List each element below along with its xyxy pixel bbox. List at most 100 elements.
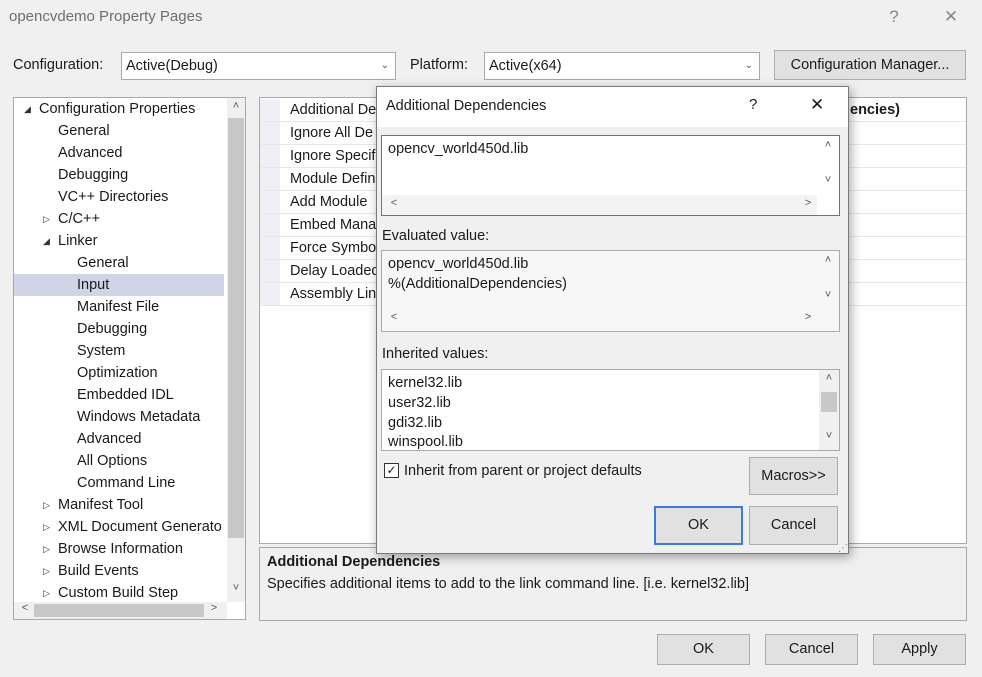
configuration-select[interactable]: Active(Debug) ⌄	[121, 52, 396, 80]
collapsed-arrow-icon[interactable]: ▷	[43, 560, 50, 582]
resize-grip-icon[interactable]: ⋰	[838, 543, 848, 554]
inherited-line: gdi32.lib	[388, 415, 443, 431]
row-gutter	[260, 260, 280, 282]
collapsed-arrow-icon[interactable]: ▷	[43, 582, 50, 604]
tree-item[interactable]: VC++ Directories	[14, 186, 224, 208]
tree-item[interactable]: ▷ Manifest Tool	[14, 494, 224, 516]
tree-item[interactable]: Optimization	[14, 362, 224, 384]
scrollbar-thumb[interactable]	[34, 604, 204, 617]
tree-item[interactable]: ◢ Linker	[14, 230, 224, 252]
cancel-button[interactable]: Cancel	[765, 634, 858, 665]
ok-button[interactable]: OK	[657, 634, 750, 665]
inherit-checkbox-label[interactable]: Inherit from parent or project defaults	[404, 463, 642, 479]
dependencies-edit-text[interactable]: opencv_world450d.lib	[388, 141, 528, 157]
scroll-down-icon[interactable]: ˅	[820, 174, 836, 186]
tree-item-label: General	[58, 123, 110, 139]
collapsed-arrow-icon[interactable]: ▷	[43, 494, 50, 516]
dialog-close-icon[interactable]: ✕	[810, 95, 824, 115]
tree-item[interactable]: ▷ XML Document Generato	[14, 516, 224, 538]
chevron-down-icon: ⌄	[744, 60, 753, 71]
help-icon[interactable]: ?	[874, 4, 914, 30]
apply-button[interactable]: Apply	[873, 634, 966, 665]
platform-value: Active(x64)	[489, 58, 562, 74]
scroll-left-icon[interactable]: <	[386, 197, 402, 209]
row-gutter	[260, 191, 280, 213]
tree-item[interactable]: Advanced	[14, 428, 224, 450]
scroll-up-icon[interactable]: ˄	[820, 139, 836, 151]
tree-item-label: Input	[77, 277, 110, 293]
dialog-ok-button[interactable]: OK	[654, 506, 743, 545]
scroll-up-icon[interactable]: ˄	[228, 100, 244, 112]
tree-item-label: General	[77, 255, 129, 271]
edit-horizontal-scrollbar[interactable]: < >	[382, 195, 817, 215]
tree-item[interactable]: ▷ Custom Build Step	[14, 582, 224, 604]
description-text: Specifies additional items to add to the…	[267, 576, 749, 592]
configuration-manager-button[interactable]: Configuration Manager...	[774, 50, 966, 80]
inherit-checkbox[interactable]: ✓	[384, 463, 399, 478]
collapsed-arrow-icon[interactable]: ▷	[43, 516, 50, 538]
property-tree[interactable]: ◢ Configuration Properties General Advanced…	[13, 97, 246, 620]
tree-item[interactable]: Input	[14, 274, 224, 296]
dialog-cancel-button[interactable]: Cancel	[749, 506, 838, 545]
scroll-right-icon[interactable]: >	[800, 311, 816, 323]
tree-item-label: Debugging	[77, 321, 148, 337]
tree-item[interactable]: Command Line	[14, 472, 224, 494]
scrollbar-thumb[interactable]	[228, 118, 244, 538]
tree-item[interactable]: ▷ C/C++	[14, 208, 224, 230]
scroll-up-icon[interactable]: ˄	[821, 372, 837, 384]
additional-dependencies-dialog: Additional Dependencies ? ✕ opencv_world…	[376, 86, 849, 554]
dialog-help-icon[interactable]: ?	[749, 96, 757, 113]
evaluated-line: %(AdditionalDependencies)	[388, 276, 567, 292]
tree-item[interactable]: General	[14, 252, 224, 274]
tree-item-label: C/C++	[58, 211, 100, 227]
close-icon[interactable]: ✕	[931, 4, 971, 30]
tree-item-label: Browse Information	[58, 541, 183, 557]
tree-item-label: Configuration Properties	[39, 101, 196, 117]
tree-item[interactable]: ▷ Browse Information	[14, 538, 224, 560]
scroll-left-icon[interactable]: <	[17, 602, 33, 614]
tree-item[interactable]: Debugging	[14, 318, 224, 340]
collapsed-arrow-icon[interactable]: ▷	[43, 208, 50, 230]
tree-item[interactable]: Debugging	[14, 164, 224, 186]
dialog-title: Additional Dependencies	[386, 98, 547, 114]
expanded-arrow-icon[interactable]: ◢	[24, 98, 31, 120]
scrollbar-thumb[interactable]	[821, 392, 837, 412]
row-gutter	[260, 168, 280, 190]
tree-item[interactable]: Manifest File	[14, 296, 224, 318]
dependencies-edit-box[interactable]: opencv_world450d.lib ˄ ˅ < >	[381, 135, 840, 216]
tree-item[interactable]: ▷ Build Events	[14, 560, 224, 582]
platform-select[interactable]: Active(x64) ⌄	[484, 52, 760, 80]
tree-item[interactable]: ◢ Configuration Properties	[14, 98, 224, 120]
expanded-arrow-icon[interactable]: ◢	[43, 230, 50, 252]
scroll-down-icon[interactable]: ˅	[820, 289, 836, 301]
tree-item-label: Advanced	[58, 145, 123, 161]
inherited-line: user32.lib	[388, 395, 451, 411]
tree-item[interactable]: General	[14, 120, 224, 142]
description-panel: Additional Dependencies Specifies additi…	[259, 547, 967, 621]
tree-vertical-scrollbar[interactable]: ˄ ˅	[227, 98, 245, 602]
inherited-vertical-scrollbar[interactable]: ˄ ˅	[819, 370, 839, 450]
tree-item[interactable]: Embedded IDL	[14, 384, 224, 406]
tree-item[interactable]: Windows Metadata	[14, 406, 224, 428]
macros-button[interactable]: Macros>>	[749, 457, 838, 495]
scroll-left-icon[interactable]: <	[386, 311, 402, 323]
scroll-right-icon[interactable]: >	[206, 602, 222, 614]
grid-header-right: encies)	[850, 102, 900, 118]
collapsed-arrow-icon[interactable]: ▷	[43, 538, 50, 560]
tree-item-label: VC++ Directories	[58, 189, 169, 205]
scroll-down-icon[interactable]: ˅	[821, 430, 837, 442]
tree-item-label: Debugging	[58, 167, 129, 183]
tree-item-label: All Options	[77, 453, 148, 469]
scroll-right-icon[interactable]: >	[800, 197, 816, 209]
inherited-line: kernel32.lib	[388, 375, 463, 391]
tree-item[interactable]: System	[14, 340, 224, 362]
scroll-down-icon[interactable]: ˅	[228, 582, 244, 594]
tree-item-label: Custom Build Step	[58, 585, 179, 601]
tree-item[interactable]: Advanced	[14, 142, 224, 164]
evaluated-value-box: opencv_world450d.lib %(AdditionalDepende…	[381, 250, 840, 332]
configuration-label: Configuration:	[13, 57, 104, 73]
row-gutter	[260, 237, 280, 259]
scroll-up-icon[interactable]: ˄	[820, 254, 836, 266]
tree-horizontal-scrollbar[interactable]: < >	[14, 602, 227, 619]
tree-item[interactable]: All Options	[14, 450, 224, 472]
